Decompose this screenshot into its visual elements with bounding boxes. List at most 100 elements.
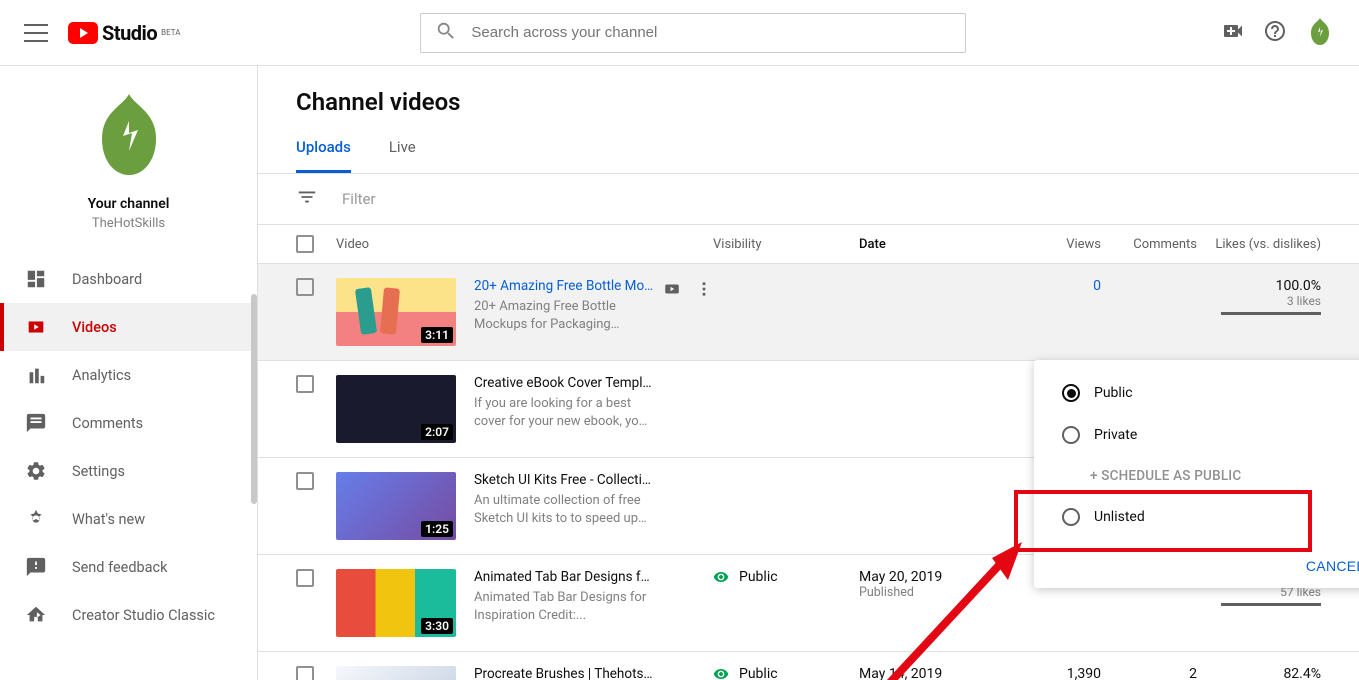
sidebar-item-feedback[interactable]: Send feedback	[0, 543, 257, 591]
youtube-play-icon	[68, 22, 98, 44]
comments-icon	[24, 411, 48, 435]
header: Studio BETA	[0, 0, 1359, 66]
radio-icon	[1062, 426, 1080, 444]
col-video[interactable]: Video	[336, 237, 713, 252]
select-all-checkbox[interactable]	[296, 235, 314, 253]
whatsnew-icon	[24, 507, 48, 531]
views-cell: 1,390	[1011, 666, 1101, 680]
video-thumbnail[interactable]: 2:07	[336, 375, 456, 443]
nav-label: What's new	[72, 511, 145, 528]
visibility-cell[interactable]: Public	[713, 666, 859, 680]
dashboard-icon	[24, 267, 48, 291]
beta-label: BETA	[161, 28, 180, 37]
row-checkbox[interactable]	[296, 375, 314, 393]
video-title[interactable]: Animated Tab Bar Designs for Ins	[474, 569, 653, 585]
visibility-popover: Public Private + SCHEDULE AS PUBLIC Unli…	[1034, 360, 1359, 588]
sidebar-item-settings[interactable]: Settings	[0, 447, 257, 495]
header-actions	[1221, 18, 1335, 48]
channel-info: Your channel TheHotSkills	[0, 66, 257, 255]
table-header: Video Visibility Date Views Comments Lik…	[258, 225, 1359, 264]
visibility-option-public[interactable]: Public	[1034, 372, 1359, 414]
sidebar-item-dashboard[interactable]: Dashboard	[0, 255, 257, 303]
nav-label: Settings	[72, 463, 125, 480]
nav-label: Analytics	[72, 367, 131, 384]
row-checkbox[interactable]	[296, 569, 314, 587]
tab-live[interactable]: Live	[389, 138, 416, 173]
views-cell: 0	[1011, 278, 1101, 294]
duration-badge: 3:11	[421, 327, 453, 343]
visibility-cell[interactable]: Public	[713, 569, 859, 585]
nav-label: Creator Studio Classic	[72, 607, 215, 624]
radio-icon	[1062, 384, 1080, 402]
studio-logo-text: Studio	[102, 21, 157, 45]
search-input[interactable]	[471, 24, 951, 41]
popover-actions: CANCEL SAVE	[1034, 546, 1359, 588]
sidebar-item-creatorstudio[interactable]: Creator Studio Classic	[0, 591, 257, 639]
row-checkbox[interactable]	[296, 278, 314, 296]
search-icon	[435, 20, 471, 46]
help-icon[interactable]	[1263, 19, 1287, 47]
duration-badge: 2:07	[421, 424, 453, 440]
visibility-option-private[interactable]: Private	[1034, 414, 1359, 456]
exit-icon	[24, 603, 48, 627]
filter-placeholder[interactable]: Filter	[342, 190, 376, 208]
gear-icon	[24, 459, 48, 483]
channel-logo[interactable]	[84, 94, 174, 184]
studio-logo[interactable]: Studio BETA	[68, 21, 180, 45]
row-checkbox[interactable]	[296, 472, 314, 490]
table-row[interactable]: Procreate Brushes | Thehotskills PublicMa…	[258, 652, 1359, 680]
row-checkbox[interactable]	[296, 666, 314, 680]
date-cell: May 14, 2019	[859, 666, 1011, 680]
sidebar-nav: Dashboard Videos Analytics Comments Sett…	[0, 255, 257, 639]
video-thumbnail[interactable]: 1:25	[336, 472, 456, 540]
sidebar: Your channel TheHotSkills Dashboard Vide…	[0, 66, 258, 680]
option-label: Public	[1094, 385, 1133, 401]
col-likes[interactable]: Likes (vs. dislikes)	[1197, 237, 1321, 252]
tabs: Uploads Live	[258, 120, 1359, 174]
channel-avatar[interactable]	[1305, 18, 1335, 48]
nav-label: Send feedback	[72, 559, 167, 576]
video-description: Animated Tab Bar Designs for Inspiration…	[474, 589, 653, 624]
video-description: 20+ Amazing Free Bottle Mockups for Pack…	[474, 298, 657, 333]
duration-badge: 1:25	[421, 521, 453, 537]
col-visibility[interactable]: Visibility	[713, 237, 859, 252]
nav-label: Comments	[72, 415, 143, 432]
main-content: Channel videos Uploads Live Filter Video…	[258, 66, 1359, 680]
video-thumbnail[interactable]	[336, 666, 456, 680]
cancel-button[interactable]: CANCEL	[1306, 558, 1359, 574]
filter-icon[interactable]	[296, 186, 318, 212]
option-label: Private	[1094, 427, 1137, 443]
video-thumbnail[interactable]: 3:11	[336, 278, 456, 346]
nav-label: Videos	[72, 319, 117, 336]
video-title[interactable]: Procreate Brushes | Thehotskills	[474, 666, 653, 680]
channel-label: Your channel	[0, 196, 257, 212]
tab-uploads[interactable]: Uploads	[296, 138, 351, 173]
sidebar-item-videos[interactable]: Videos	[0, 303, 257, 351]
col-views[interactable]: Views	[1011, 237, 1101, 252]
sidebar-item-analytics[interactable]: Analytics	[0, 351, 257, 399]
sidebar-item-comments[interactable]: Comments	[0, 399, 257, 447]
search-box[interactable]	[420, 13, 966, 53]
videos-icon	[24, 315, 48, 339]
duration-badge: 3:30	[421, 618, 453, 634]
analytics-icon	[24, 363, 48, 387]
create-video-icon[interactable]	[1221, 19, 1245, 47]
video-title[interactable]: Creative eBook Cover Templates t...	[474, 375, 653, 391]
feedback-icon	[24, 555, 48, 579]
col-date[interactable]: Date	[859, 237, 1011, 252]
page-title: Channel videos	[258, 66, 1359, 120]
video-title[interactable]: Sketch UI Kits Free - Collection 20...	[474, 472, 653, 488]
video-thumbnail[interactable]: 3:30	[336, 569, 456, 637]
comments-cell: 2	[1101, 666, 1197, 680]
col-comments[interactable]: Comments	[1101, 237, 1197, 252]
sidebar-scrollbar[interactable]	[251, 294, 257, 504]
nav-label: Dashboard	[72, 271, 142, 288]
table-row[interactable]: 3:11 20+ Amazing Free Bottle Mockups... 20…	[258, 264, 1359, 361]
video-title[interactable]: 20+ Amazing Free Bottle Mockups...	[474, 278, 657, 294]
more-icon[interactable]	[695, 280, 713, 346]
hamburger-menu-button[interactable]	[24, 21, 48, 45]
likes-cell: 100.0%3 likes	[1197, 278, 1321, 315]
youtube-icon[interactable]	[663, 280, 681, 346]
date-cell: May 20, 2019Published	[859, 569, 1011, 600]
sidebar-item-whatsnew[interactable]: What's new	[0, 495, 257, 543]
